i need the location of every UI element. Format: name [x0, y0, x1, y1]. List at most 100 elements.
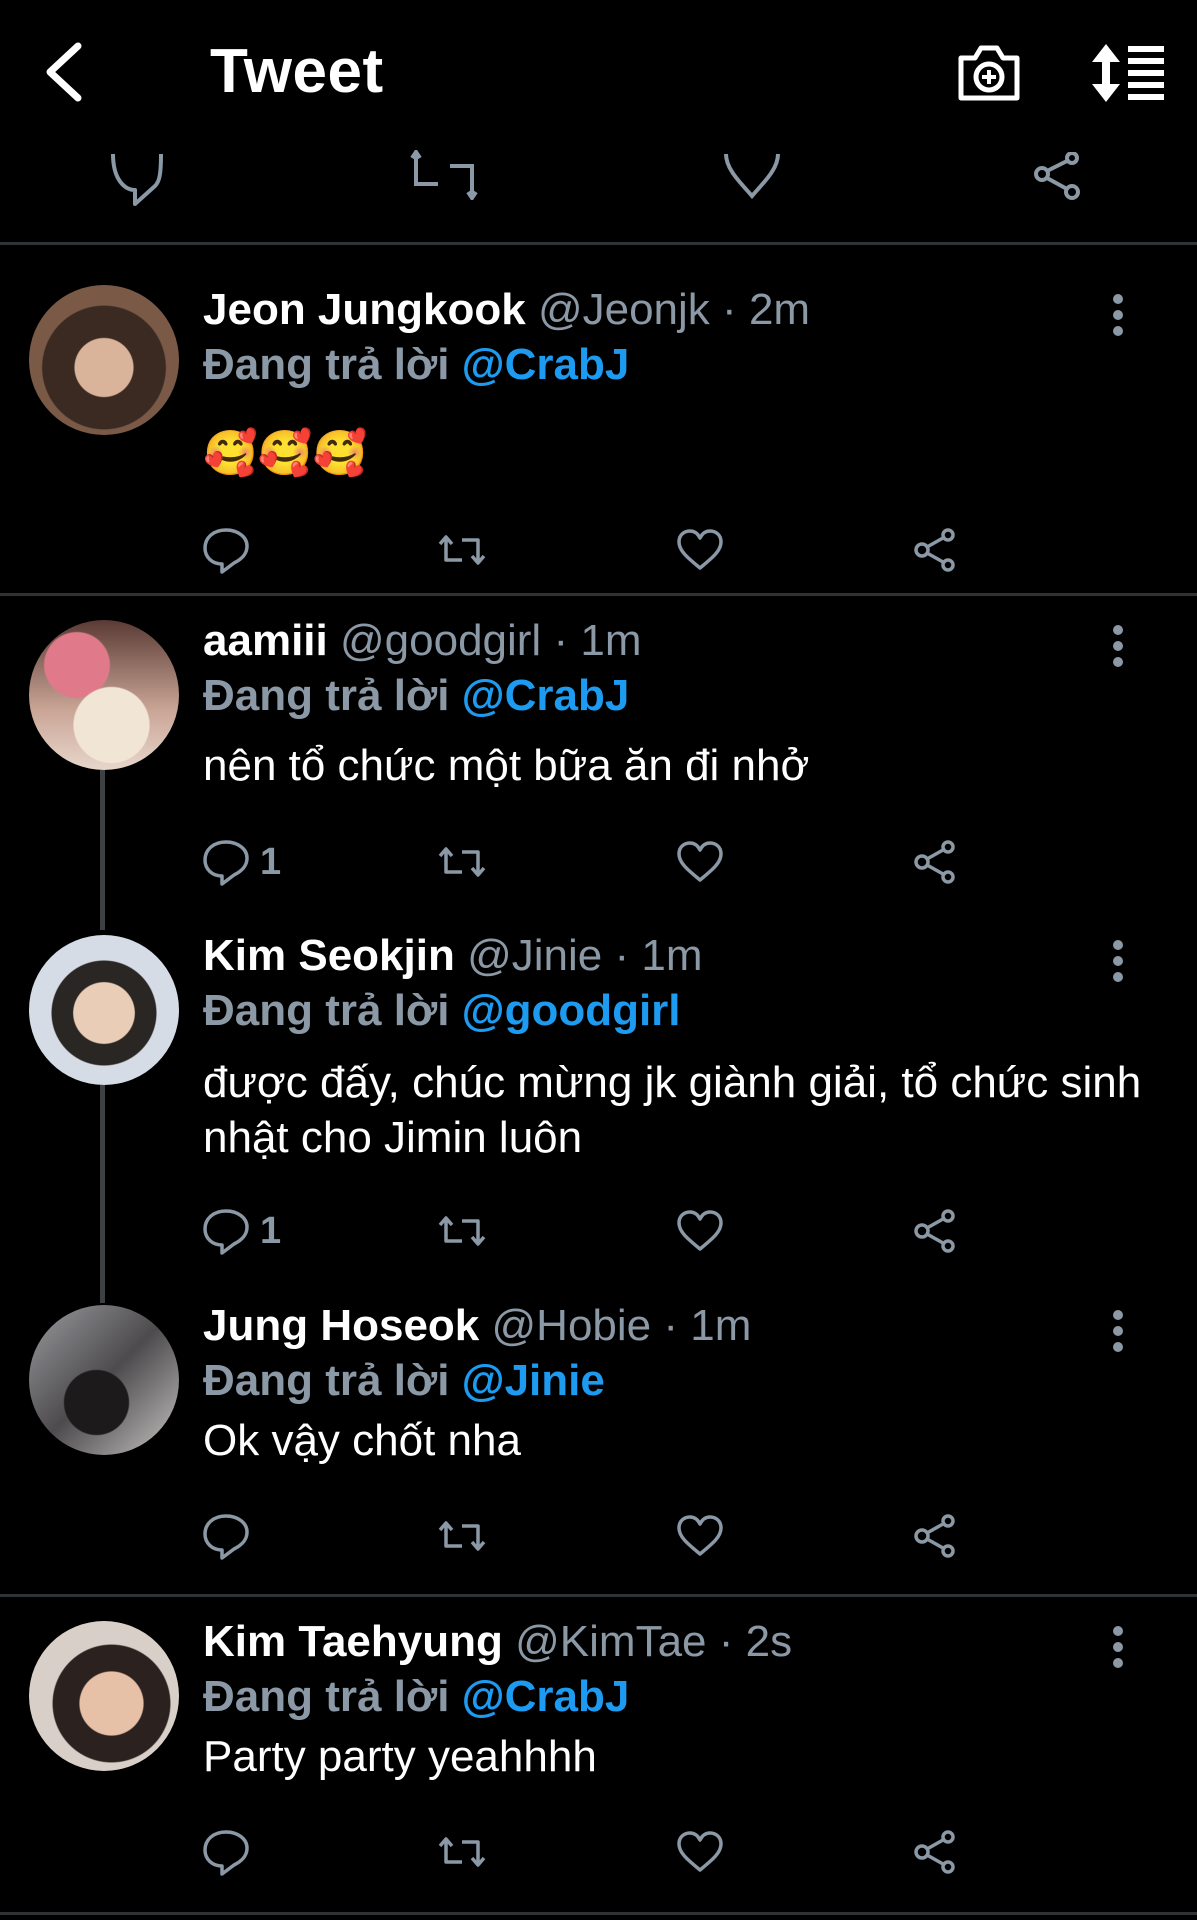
timestamp: 2m	[748, 285, 811, 334]
share-button[interactable]	[910, 1822, 962, 1882]
avatar[interactable]	[29, 285, 179, 435]
tweet-item[interactable]: Jung Hoseok @Hobie · 1m Đang trả lời @Ji…	[0, 1281, 1197, 1594]
mention-link[interactable]: @CrabJ	[462, 671, 630, 720]
timestamp: 1m	[690, 1301, 752, 1350]
reply-count: 1	[260, 840, 282, 883]
retweet-button[interactable]	[436, 1506, 488, 1566]
user-handle: @Hobie	[491, 1301, 652, 1350]
reply-icon	[203, 1514, 249, 1560]
display-name[interactable]: Kim Seokjin	[203, 931, 455, 980]
display-name[interactable]: Kim Taehyung	[203, 1617, 503, 1666]
camera-add-icon[interactable]	[955, 40, 1023, 104]
page-title: Tweet	[210, 37, 384, 106]
like-button[interactable]	[674, 832, 726, 892]
tweet-text: 🥰🥰🥰	[203, 428, 368, 479]
retweet-icon[interactable]	[410, 150, 478, 200]
replying-to: Đang trả lời @CrabJ	[203, 671, 629, 721]
share-icon	[914, 1830, 955, 1874]
heart-icon	[677, 529, 723, 570]
more-options-icon[interactable]	[1106, 939, 1130, 983]
reply-button[interactable]	[200, 1822, 260, 1882]
replying-to: Đang trả lời @CrabJ	[203, 340, 629, 390]
share-button[interactable]	[910, 832, 962, 892]
avatar[interactable]	[29, 620, 179, 770]
tweet-text: Ok vậy chốt nha	[203, 1416, 521, 1465]
share-button[interactable]	[910, 1506, 962, 1566]
heart-icon	[677, 1515, 723, 1556]
avatar[interactable]	[29, 1621, 179, 1771]
back-arrow-icon[interactable]	[40, 40, 88, 104]
sort-icon[interactable]	[1090, 42, 1166, 104]
reply-button[interactable]: 1	[200, 1201, 281, 1261]
tweet-text: Party party yeahhhh	[203, 1732, 597, 1781]
tweet-text: nên tổ chức một bữa ăn đi nhở	[203, 741, 810, 790]
heart-icon	[677, 1831, 723, 1872]
replying-to: Đang trả lời @Jinie	[203, 1356, 605, 1406]
share-icon[interactable]	[1032, 152, 1088, 202]
heart-icon	[677, 841, 723, 882]
tweet-actions: 1	[200, 832, 980, 892]
separator-dot: ·	[663, 1301, 679, 1350]
reply-count: 1	[260, 1209, 282, 1252]
like-button[interactable]	[674, 1506, 726, 1566]
mention-link[interactable]: @CrabJ	[462, 1672, 630, 1721]
divider	[0, 1912, 1197, 1915]
replying-to-label: Đang trả lời	[203, 1672, 450, 1721]
reply-button[interactable]: 1	[200, 832, 281, 892]
retweet-icon	[438, 1216, 486, 1246]
tweet-item[interactable]: Jeon Jungkook @Jeonjk · 2m Đang trả lời …	[0, 243, 1197, 593]
tweet-actions	[200, 520, 980, 580]
like-button[interactable]	[674, 520, 726, 580]
reply-icon	[203, 840, 249, 886]
retweet-button[interactable]	[436, 832, 488, 892]
tweet-text: được đấy, chúc mừng jk giành giải, tổ ch…	[203, 1058, 1142, 1162]
heart-icon	[677, 1210, 723, 1251]
reply-icon	[203, 1830, 249, 1876]
share-button[interactable]	[910, 520, 962, 580]
more-options-icon[interactable]	[1106, 293, 1130, 337]
replying-to-label: Đang trả lời	[203, 1356, 450, 1405]
replying-to-label: Đang trả lời	[203, 340, 450, 389]
timestamp: 1m	[580, 616, 642, 665]
more-options-icon[interactable]	[1106, 624, 1130, 668]
display-name[interactable]: Jung Hoseok	[203, 1301, 479, 1350]
avatar[interactable]	[29, 1305, 179, 1455]
mention-link[interactable]: @goodgirl	[462, 986, 681, 1035]
reply-button[interactable]	[200, 1506, 260, 1566]
retweet-button[interactable]	[436, 520, 488, 580]
mention-link[interactable]: @CrabJ	[462, 340, 630, 389]
avatar[interactable]	[29, 935, 179, 1085]
retweet-icon	[438, 1521, 486, 1551]
display-name[interactable]: aamiii	[203, 616, 328, 665]
more-options-icon[interactable]	[1106, 1309, 1130, 1353]
retweet-icon	[438, 847, 486, 877]
replying-to: Đang trả lời @CrabJ	[203, 1672, 629, 1722]
separator-dot: ·	[722, 285, 737, 334]
separator-dot: ·	[718, 1617, 734, 1666]
reply-button[interactable]	[200, 520, 260, 580]
separator-dot: ·	[553, 616, 569, 665]
original-tweet-actions	[0, 148, 1197, 243]
more-options-icon[interactable]	[1106, 1625, 1130, 1669]
user-handle: @KimTae	[515, 1617, 707, 1666]
reply-icon	[203, 1209, 249, 1255]
like-button[interactable]	[674, 1822, 726, 1882]
tweet-actions: 1	[200, 1201, 980, 1261]
share-button[interactable]	[910, 1201, 962, 1261]
like-icon[interactable]	[722, 150, 782, 200]
retweet-button[interactable]	[436, 1822, 488, 1882]
user-handle: @Jeonjk	[537, 285, 710, 334]
like-button[interactable]	[674, 1201, 726, 1261]
mention-link[interactable]: @Jinie	[462, 1356, 605, 1405]
replying-to-label: Đang trả lời	[203, 671, 450, 720]
reply-icon[interactable]	[105, 150, 165, 208]
tweet-item[interactable]: Kim Seokjin @Jinie · 1m Đang trả lời @go…	[0, 911, 1197, 1281]
share-icon	[914, 840, 955, 884]
tweet-item[interactable]: Kim Taehyung @KimTae · 2s Đang trả lời @…	[0, 1597, 1197, 1915]
replying-to-label: Đang trả lời	[203, 986, 450, 1035]
replying-to: Đang trả lời @goodgirl	[203, 986, 681, 1036]
retweet-button[interactable]	[436, 1201, 488, 1261]
tweet-actions	[200, 1506, 980, 1566]
display-name[interactable]: Jeon Jungkook	[203, 285, 526, 334]
tweet-item[interactable]: aamiii @goodgirl · 1m Đang trả lời @Crab…	[0, 596, 1197, 911]
